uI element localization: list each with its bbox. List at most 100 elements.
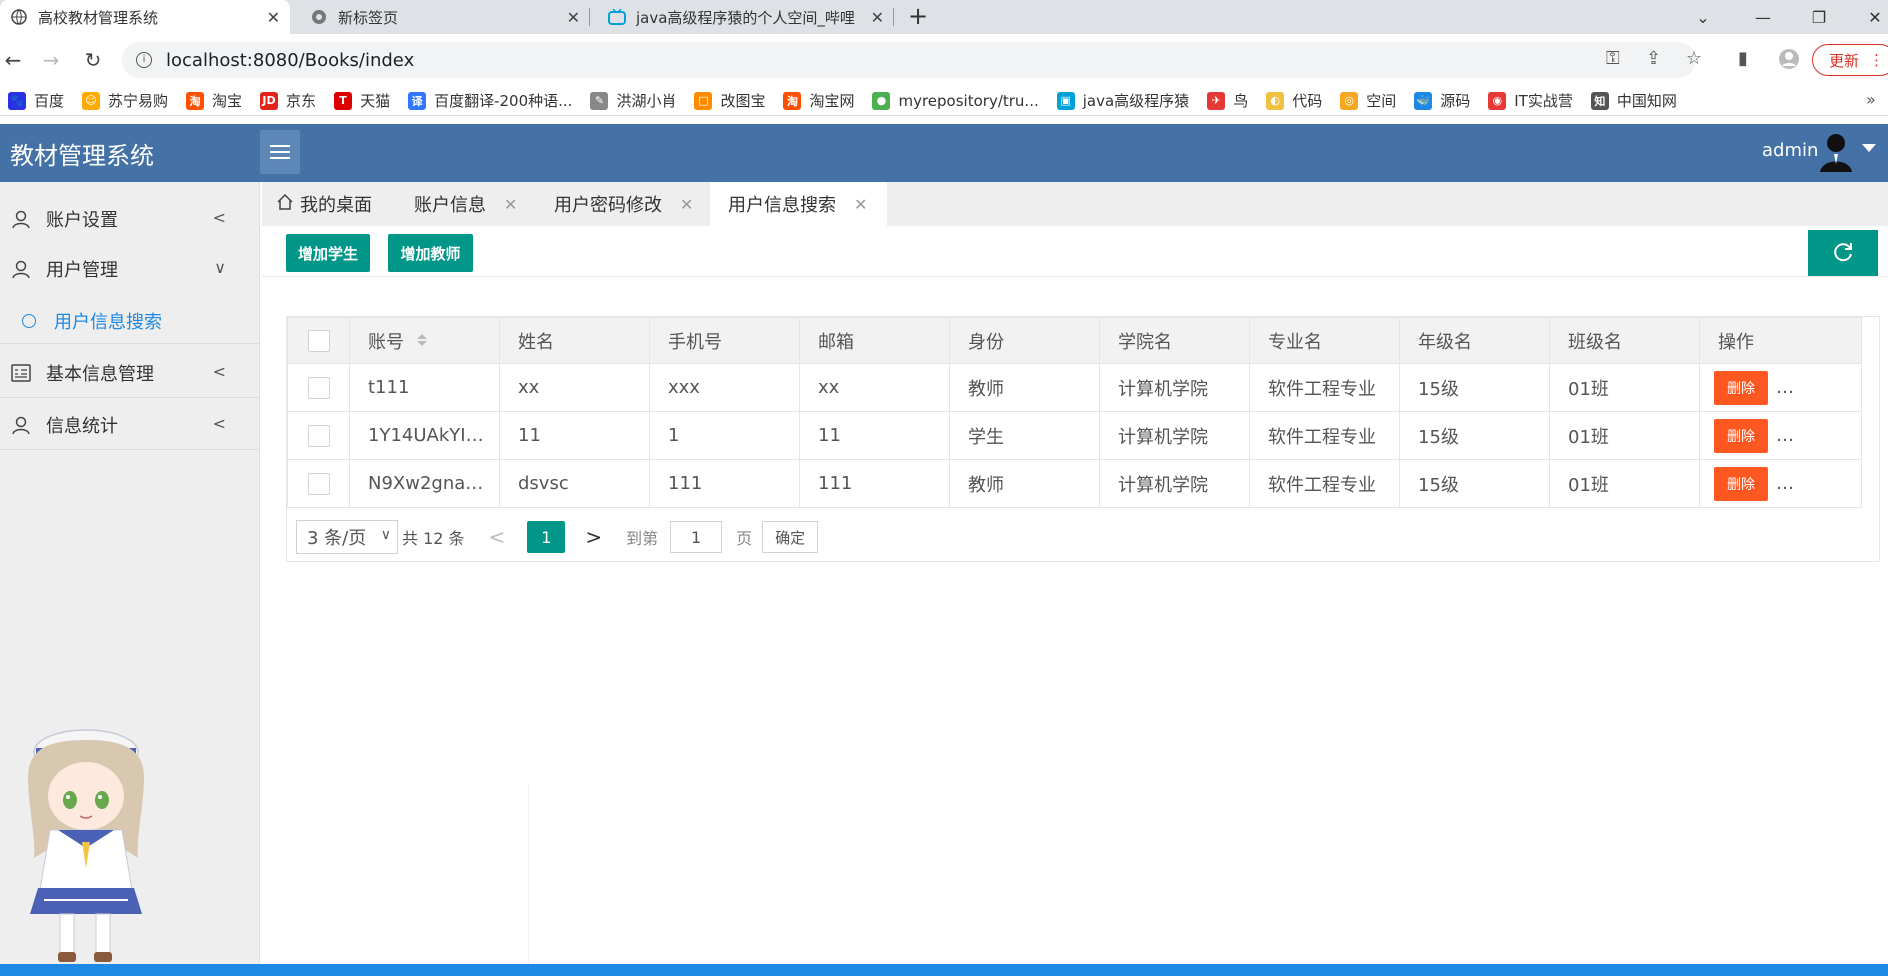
bookmark-item[interactable]: ✈ 鸟 — [1207, 90, 1248, 111]
home-icon — [276, 193, 294, 216]
browser-tab-0[interactable]: 高校教材管理系统 ✕ — [0, 0, 290, 34]
sort-icon[interactable] — [416, 332, 428, 353]
bookmark-item[interactable]: 知中国知网 — [1590, 90, 1677, 111]
restore-icon[interactable]: ❐ — [1794, 0, 1844, 34]
mascot-image — [14, 718, 154, 964]
profile-icon[interactable] — [1778, 48, 1800, 75]
table-cell: 计算机学院 — [1099, 411, 1250, 460]
row-select-cell — [287, 411, 350, 460]
table-cell: 01班 — [1549, 363, 1700, 412]
back-icon[interactable]: ← — [0, 48, 26, 72]
table-cell: 软件工程专业 — [1249, 363, 1400, 412]
bookmark-item[interactable]: 淘淘宝 — [186, 90, 242, 111]
forward-icon[interactable]: → — [38, 48, 64, 72]
bookmark-item[interactable]: ✎ 洪湖小肖 — [590, 90, 676, 111]
more-actions-button[interactable]: … — [1776, 425, 1794, 446]
close-tab-icon[interactable]: ✕ — [567, 8, 580, 27]
user-menu-caret-icon[interactable] — [1862, 144, 1876, 152]
site-info-icon[interactable]: i — [136, 52, 152, 68]
bookmark-item[interactable]: 淘淘宝网 — [783, 90, 854, 111]
bookmark-item[interactable]: T 天猫 — [334, 90, 390, 111]
reload-icon[interactable]: ↻ — [80, 48, 106, 72]
column-header[interactable]: 账号 — [349, 317, 500, 364]
current-page-button[interactable]: 1 — [527, 521, 566, 553]
select-all-checkbox[interactable] — [308, 329, 330, 352]
user-icon — [10, 258, 32, 280]
omnibox[interactable]: i localhost:8080/Books/index — [122, 42, 1696, 78]
browser-tab-1[interactable]: 新标签页 ✕ — [300, 0, 590, 34]
bookmark-item[interactable]: 🐳 源码 — [1414, 90, 1470, 111]
bookmark-label: 天猫 — [360, 92, 391, 110]
sidebar-subitem-user-search[interactable]: 用户信息搜索 — [0, 298, 260, 344]
bookmark-item[interactable]: ◉ IT实战营 — [1488, 90, 1573, 111]
bookmark-item[interactable]: 译百度翻译-200种语... — [408, 90, 572, 111]
bookmark-item[interactable]: ▣ java高级程序猿 — [1056, 90, 1189, 111]
tab-password-change[interactable]: 用户密码修改 ✕ — [554, 182, 693, 226]
close-tab-icon[interactable]: ✕ — [504, 195, 517, 214]
sidebar-item-user-management[interactable]: 用户管理 ∨ — [0, 244, 260, 294]
close-tab-icon[interactable]: ✕ — [854, 195, 867, 214]
browser-tab-2[interactable]: java高级程序猿的个人空间_哔哩 ✕ — [598, 0, 894, 34]
bookmark-item[interactable]: JD 京东 — [260, 90, 316, 111]
goto-page-input[interactable]: 1 — [670, 521, 723, 553]
more-actions-button[interactable]: … — [1776, 473, 1794, 494]
side-panel-icon[interactable]: ▮ — [1738, 48, 1748, 69]
page-size-select[interactable]: 3 条/页 ∨ — [296, 520, 398, 554]
close-tab-icon[interactable]: ✕ — [680, 195, 693, 214]
tab-account-info[interactable]: 账户信息 ✕ — [414, 182, 517, 226]
bookmarks-overflow-icon[interactable]: » — [1866, 90, 1876, 109]
prev-page-icon[interactable]: < — [489, 525, 506, 549]
tab-label: 账户信息 — [414, 195, 486, 216]
close-tab-icon[interactable]: ✕ — [267, 8, 280, 27]
table-cell: 计算机学院 — [1099, 459, 1250, 508]
tab-label: 我的桌面 — [300, 195, 372, 216]
add-teacher-button[interactable]: 增加教师 — [388, 234, 473, 272]
bookmark-label: 中国知网 — [1616, 92, 1677, 110]
bookmark-item[interactable]: ◎ 空间 — [1340, 90, 1396, 111]
tab-my-desktop[interactable]: 我的桌面 — [276, 182, 372, 226]
bookmark-label: 京东 — [286, 92, 317, 110]
url-text: localhost:8080/Books/index — [166, 49, 415, 71]
table-row: N9Xw2gna… dsvsc 111 111 教师 计算机学院 软件工程专业 15级 01班删… — [287, 459, 1862, 508]
window-close-icon[interactable]: ✕ — [1850, 0, 1888, 34]
sidebar-subitem-label: 用户信息搜索 — [54, 311, 162, 333]
close-tab-icon[interactable]: ✕ — [871, 8, 884, 27]
minimize-icon[interactable]: — — [1738, 0, 1788, 34]
key-icon[interactable]: ⚿ — [1606, 48, 1620, 69]
sidebar-item-statistics[interactable]: 信息统计 < — [0, 400, 260, 450]
delete-button[interactable]: 删除 — [1714, 418, 1768, 453]
content-tab-bar: 我的桌面 账户信息 ✕ 用户密码修改 ✕ 用户信息搜索 ✕ — [262, 182, 1888, 226]
column-header: 手机号 — [649, 317, 800, 364]
add-student-button[interactable]: 增加学生 — [286, 234, 370, 272]
bookmark-item[interactable]: □ 改图宝 — [694, 90, 765, 111]
sidebar-item-basic-info[interactable]: 基本信息管理 < — [0, 348, 260, 398]
star-icon[interactable]: ☆ — [1686, 48, 1702, 69]
new-tab-icon[interactable]: + — [908, 2, 928, 30]
share-icon[interactable]: ⇪ — [1646, 48, 1661, 69]
row-checkbox[interactable] — [308, 472, 330, 495]
table-cell: t111 — [349, 363, 500, 412]
delete-button[interactable]: 删除 — [1714, 466, 1768, 501]
tab-list-icon[interactable]: ⌄ — [1678, 0, 1728, 34]
header-label: 账号 — [368, 331, 404, 353]
more-actions-button[interactable]: … — [1776, 377, 1794, 398]
tab-separator — [893, 8, 894, 26]
row-checkbox[interactable] — [308, 424, 330, 447]
update-button[interactable]: 更新 ⋮ — [1812, 44, 1888, 76]
bookmark-icon: ● — [872, 91, 891, 110]
bookmark-item[interactable]: ☺ 苏宁易购 — [82, 90, 168, 111]
tab-user-search[interactable]: 用户信息搜索 ✕ — [710, 182, 888, 226]
avatar[interactable] — [1818, 132, 1854, 172]
row-checkbox[interactable] — [308, 376, 330, 399]
menu-toggle-button[interactable] — [260, 130, 300, 174]
bookmark-item[interactable]: 🐾 百度 — [8, 90, 64, 111]
refresh-button[interactable] — [1808, 230, 1878, 276]
bookmark-item[interactable]: ● myrepository/tru... — [872, 91, 1039, 110]
bookmark-item[interactable]: ◐ 代码 — [1266, 90, 1322, 111]
next-page-icon[interactable]: > — [585, 525, 602, 549]
delete-button[interactable]: 删除 — [1714, 370, 1768, 405]
bilibili-icon — [608, 8, 626, 26]
sidebar-item-account-settings[interactable]: 账户设置 < — [0, 194, 260, 244]
user-name[interactable]: admin — [1762, 140, 1818, 161]
goto-confirm-button[interactable]: 确定 — [762, 521, 819, 553]
